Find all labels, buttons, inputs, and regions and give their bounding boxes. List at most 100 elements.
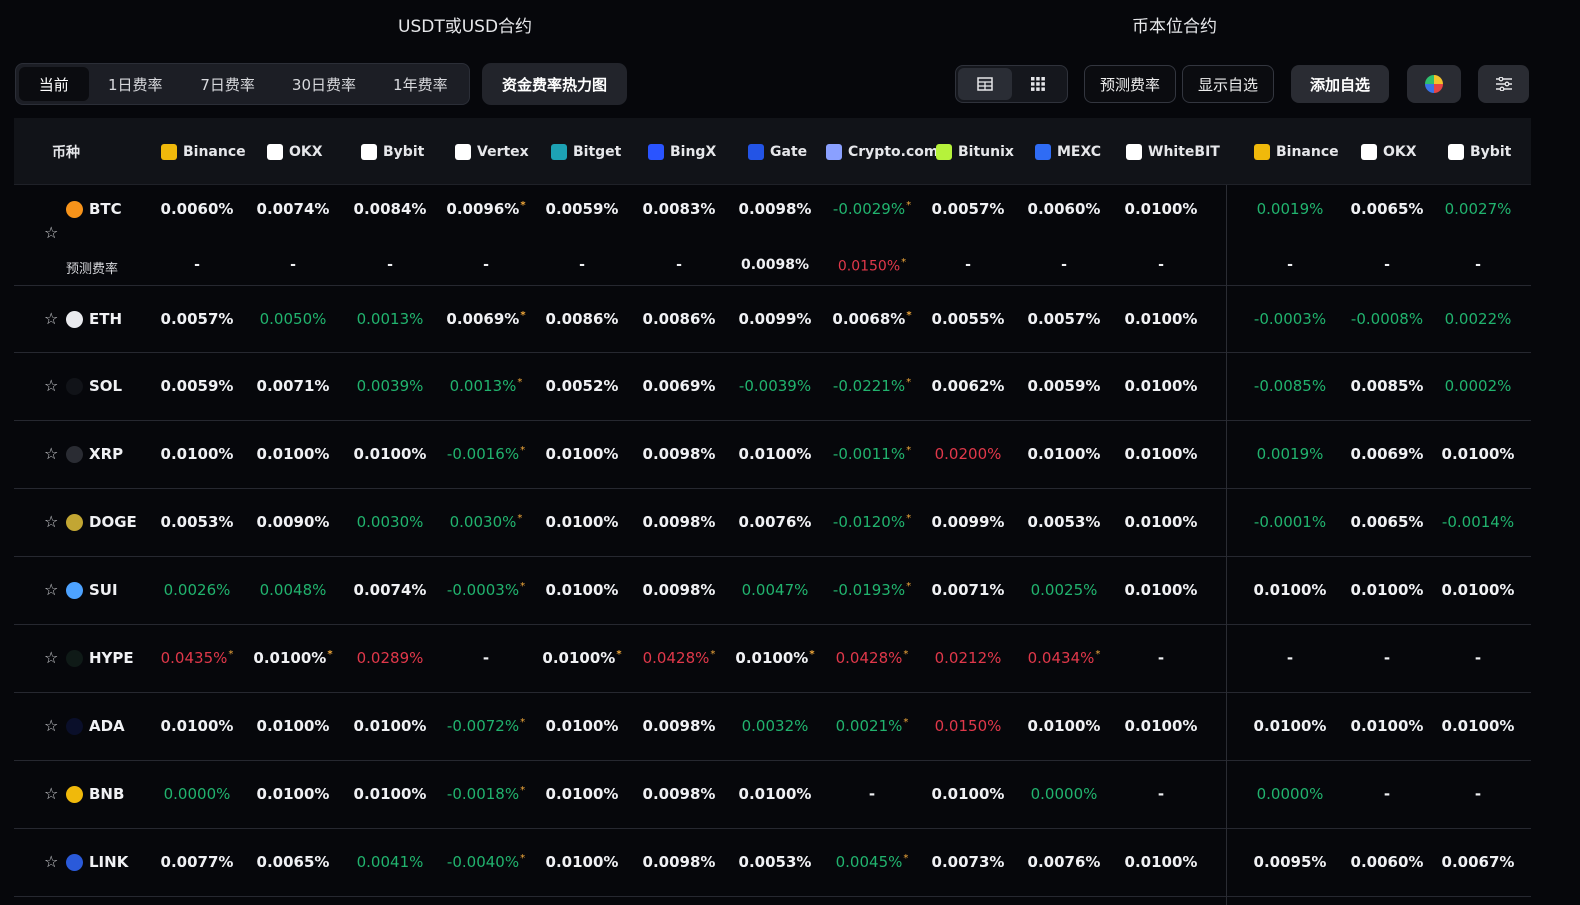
rate-cell[interactable]: 0.0100% [739,445,812,463]
rate-cell[interactable]: - [1158,785,1164,803]
rate-cell[interactable]: 0.0100% [161,717,234,735]
rate-cell[interactable]: 0.0053% [739,853,812,871]
predicted-rate-cell[interactable]: 0.0150%* [838,257,906,275]
rate-cell[interactable]: - [1287,649,1293,667]
rate-cell[interactable]: -0.0085% [1254,377,1326,395]
rate-cell[interactable]: 0.0071% [932,581,1005,599]
rate-cell[interactable]: -0.0003% [1254,310,1326,328]
favorite-star-icon[interactable]: ☆ [44,512,58,531]
rate-cell[interactable]: 0.0077% [161,853,234,871]
rate-cell[interactable]: 0.0100% [1125,310,1198,328]
rate-cell[interactable]: 0.0074% [354,581,427,599]
rate-cell[interactable]: 0.0073% [932,853,1005,871]
rate-cell[interactable]: 0.0100% [354,717,427,735]
rate-cell[interactable]: 0.0068%* [832,310,911,328]
rate-cell[interactable]: -0.0014% [1442,513,1514,531]
rate-cell[interactable]: 0.0100% [739,785,812,803]
tab-1d[interactable]: 1日费率 [89,67,182,101]
rate-cell[interactable]: 0.0100% [1442,581,1515,599]
rate-cell[interactable]: 0.0000% [164,785,231,803]
rate-cell[interactable]: -0.0008% [1351,310,1423,328]
header-exchange[interactable]: MEXC [1035,118,1101,185]
favorite-star-icon[interactable]: ☆ [44,309,58,328]
rate-cell[interactable]: 0.0086% [643,310,716,328]
table-row[interactable]: ☆ DOGE 0.0053% 0.0090% 0.0030% 0.0030%* 0.0100… [14,489,1531,557]
rate-cell[interactable]: -0.0003%* [447,581,525,599]
table-row[interactable]: ☆ SOL 0.0059% 0.0071% 0.0039% 0.0013%* 0.0052%… [14,353,1531,421]
tab-7d[interactable]: 7日费率 [182,67,273,101]
rate-cell[interactable]: 0.0090% [257,513,330,531]
rate-cell[interactable]: 0.0062% [932,377,1005,395]
rate-cell[interactable]: 0.0100% [1125,717,1198,735]
rate-cell[interactable]: 0.0150% [935,717,1002,735]
rate-cell[interactable]: 0.0435%* [161,649,234,667]
rate-cell[interactable]: 0.0098% [643,581,716,599]
table-row[interactable]: ☆ XRP 0.0100% 0.0100% 0.0100% -0.0016%* 0.0100… [14,421,1531,489]
rate-cell[interactable]: 0.0100% [1351,717,1424,735]
header-exchange[interactable]: WhiteBIT [1126,118,1220,185]
rate-cell[interactable]: 0.0060% [1028,200,1101,218]
rate-cell[interactable]: 0.0039% [357,377,424,395]
favorite-star-icon[interactable]: ☆ [44,716,58,735]
rate-cell[interactable]: 0.0100% [354,445,427,463]
rate-cell[interactable]: -0.0029%* [833,200,911,218]
rate-cell[interactable]: 0.0085% [1351,377,1424,395]
rate-cell[interactable]: 0.0100% [546,785,619,803]
rate-cell[interactable]: 0.0069% [643,377,716,395]
rate-cell[interactable]: 0.0100% [1125,377,1198,395]
favorite-star-icon[interactable]: ☆ [44,223,58,242]
rate-cell[interactable]: 0.0025% [1031,581,1098,599]
rate-cell[interactable]: -0.0221%* [833,377,911,395]
tab-current[interactable]: 当前 [19,67,89,101]
rate-cell[interactable]: 0.0069% [1351,445,1424,463]
rate-cell[interactable]: 0.0100% [1442,717,1515,735]
favorite-star-icon[interactable]: ☆ [44,648,58,667]
rate-cell[interactable]: -0.0040%* [447,853,525,871]
table-row[interactable]: ☆ SUI 0.0026% 0.0048% 0.0074% -0.0003%* 0.0100… [14,557,1531,625]
predict-rate-button[interactable]: 预测费率 [1084,65,1176,103]
rate-cell[interactable]: 0.0065% [1351,200,1424,218]
rate-cell[interactable]: 0.0212% [935,649,1002,667]
rate-cell[interactable]: 0.0100% [257,785,330,803]
rate-cell[interactable]: 0.0045%* [836,853,909,871]
rate-cell[interactable]: -0.0018%* [447,785,525,803]
rate-cell[interactable]: 0.0026% [164,581,231,599]
rate-cell[interactable]: 0.0100%* [542,649,621,667]
table-row[interactable]: ☆ ADA 0.0100% 0.0100% 0.0100% -0.0072%* 0.0100… [14,693,1531,761]
rate-cell[interactable]: - [869,785,875,803]
coin-symbol[interactable]: XRP [66,445,123,463]
favorite-star-icon[interactable]: ☆ [44,580,58,599]
rate-cell[interactable]: 0.0100% [1125,853,1198,871]
coin-symbol[interactable]: DOGE [66,513,137,531]
rate-cell[interactable]: 0.0095% [1254,853,1327,871]
rate-cell[interactable]: 0.0060% [1351,853,1424,871]
rate-cell[interactable]: 0.0100% [1442,445,1515,463]
rate-cell[interactable]: 0.0100% [546,717,619,735]
favorite-star-icon[interactable]: ☆ [44,852,58,871]
rate-cell[interactable]: 0.0098% [643,785,716,803]
rate-cell[interactable]: 0.0428%* [836,649,909,667]
favorite-star-icon[interactable]: ☆ [44,784,58,803]
rate-cell[interactable]: 0.0100%* [735,649,814,667]
rate-cell[interactable]: 0.0100% [546,445,619,463]
rate-cell[interactable]: 0.0084% [354,200,427,218]
predicted-rate-cell[interactable]: - [1061,257,1067,273]
header-exchange[interactable]: Vertex [455,118,529,185]
rate-cell[interactable]: 0.0083% [643,200,716,218]
rate-cell[interactable]: 0.0100% [1125,581,1198,599]
rate-cell[interactable]: 0.0100% [161,445,234,463]
rate-cell[interactable]: 0.0100% [1028,717,1101,735]
predicted-rate-cell[interactable]: - [483,257,489,273]
rate-cell[interactable]: 0.0065% [257,853,330,871]
rate-cell[interactable]: -0.0072%* [447,717,525,735]
rate-cell[interactable]: 0.0059% [161,377,234,395]
heatmap-button[interactable]: 资金费率热力图 [482,63,627,105]
predicted-rate-cell[interactable]: - [1158,257,1164,273]
rate-cell[interactable]: 0.0048% [260,581,327,599]
header-exchange[interactable]: Bybit [361,118,424,185]
coin-symbol[interactable]: BTC [66,200,122,218]
rate-cell[interactable]: 0.0030%* [450,513,523,531]
rate-cell[interactable]: 0.0086% [546,310,619,328]
rate-cell[interactable]: 0.0030% [357,513,424,531]
rate-cell[interactable]: 0.0053% [161,513,234,531]
